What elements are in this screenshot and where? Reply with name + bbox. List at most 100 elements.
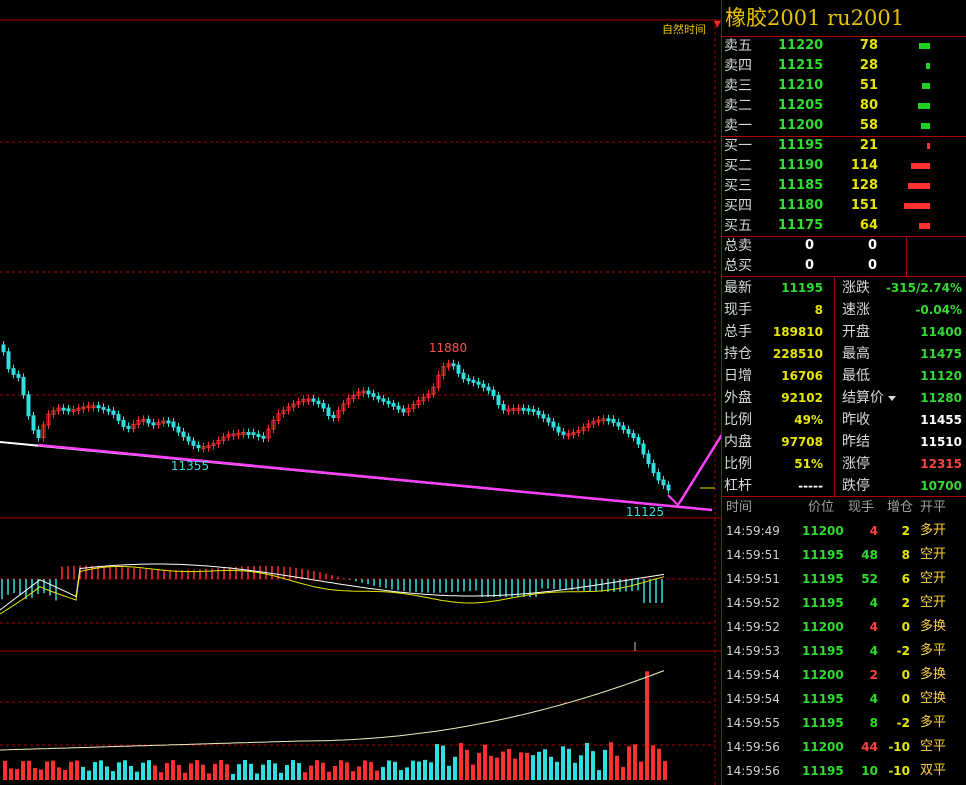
- bid-label: 买三: [724, 178, 752, 194]
- quote-value: 51%: [794, 457, 823, 471]
- volume-bar: [3, 761, 7, 780]
- volume-bar: [225, 764, 229, 780]
- bid-volume: 151: [850, 198, 878, 213]
- candle-body: [531, 409, 536, 413]
- volume-bar: [195, 760, 199, 780]
- chart-area[interactable]: 11880 11355 11125 自然时间: [0, 0, 721, 785]
- quote-value: 10700: [920, 479, 962, 493]
- candlestick-chart[interactable]: 11880 11355 11125: [0, 0, 721, 785]
- bid-volume-bar: [927, 143, 930, 149]
- trade-row[interactable]: 14:59:51 11195 52 6 空开: [722, 567, 966, 591]
- candle-body: [396, 405, 401, 410]
- candle-body: [611, 418, 616, 424]
- volume-bar: [483, 744, 487, 780]
- candle-body: [16, 373, 21, 378]
- candle-body: [651, 463, 656, 474]
- trade-volume: 10: [861, 764, 878, 778]
- ask-price: 11205: [778, 98, 824, 113]
- macd-dif-line: [0, 563, 665, 611]
- total-value: 0: [804, 238, 814, 253]
- volume-bar: [213, 763, 217, 780]
- trade-row[interactable]: 14:59:52 11195 4 2 空开: [722, 591, 966, 615]
- volume-bar: [51, 760, 55, 780]
- volume-bar: [471, 764, 475, 780]
- ask-row[interactable]: 卖三 11210 51: [722, 76, 966, 96]
- trade-type: 双平: [920, 763, 947, 778]
- candle-body: [391, 403, 396, 407]
- candle-body: [481, 383, 486, 388]
- trade-row[interactable]: 14:59:54 11200 2 0 多换: [722, 663, 966, 687]
- instrument-title: 橡胶2001 ru2001: [722, 0, 966, 37]
- ask-volume: 80: [859, 98, 878, 113]
- bid-row[interactable]: 买四 11180 151: [722, 196, 966, 216]
- candle-body: [491, 389, 496, 397]
- quote-label: 现手: [724, 302, 752, 318]
- volume-bar: [285, 765, 289, 780]
- bid-row[interactable]: 买一 11195 21: [722, 136, 966, 156]
- volume-bar: [57, 767, 61, 780]
- volume-bar: [33, 767, 37, 780]
- candle-body: [26, 394, 31, 417]
- volume-bar: [477, 752, 481, 780]
- trade-price: 11195: [802, 644, 844, 658]
- candle-body: [6, 351, 11, 370]
- ask-row[interactable]: 卖二 11205 80: [722, 96, 966, 116]
- volume-bar: [519, 752, 523, 780]
- trend-line: [37, 443, 713, 512]
- volume-bar: [201, 764, 205, 780]
- trade-row[interactable]: 14:59:49 11200 4 2 多开: [722, 519, 966, 543]
- volume-bar: [15, 768, 19, 780]
- trade-row[interactable]: 14:59:51 11195 48 8 空开: [722, 543, 966, 567]
- quote-label: 结算价: [842, 390, 884, 406]
- quote-value: 97708: [781, 435, 823, 449]
- quote-label: 比例: [724, 456, 752, 472]
- bid-price: 11180: [778, 198, 824, 213]
- bid-row[interactable]: 买五 11175 64: [722, 216, 966, 236]
- bid-row[interactable]: 买二 11190 114: [722, 156, 966, 176]
- total-sell-row: 总卖 0 0: [722, 236, 966, 256]
- volume-bar: [297, 763, 301, 780]
- candle-body: [151, 422, 156, 426]
- quote-label: 外盘: [724, 390, 752, 406]
- bid-price: 11185: [778, 178, 824, 193]
- volume-bar: [189, 763, 193, 780]
- ask-volume: 28: [859, 58, 878, 73]
- ask-row[interactable]: 卖四 11215 28: [722, 56, 966, 76]
- candle-body: [486, 386, 491, 391]
- volume-bar: [207, 773, 211, 780]
- ask-label: 卖五: [724, 38, 752, 54]
- trade-row[interactable]: 14:59:53 11195 4 -2 多平: [722, 639, 966, 663]
- trade-type: 空平: [920, 739, 947, 754]
- quote-label: 开盘: [842, 324, 870, 340]
- candle-body: [661, 479, 666, 486]
- candle-body: [376, 395, 381, 400]
- trade-row[interactable]: 14:59:56 11195 10 -10 双平: [722, 759, 966, 783]
- trade-volume: 4: [869, 644, 878, 658]
- volume-bar: [399, 770, 403, 780]
- natural-time-label[interactable]: 自然时间: [662, 21, 706, 37]
- volume-bar: [165, 763, 169, 780]
- candle-body: [126, 425, 131, 429]
- candle-body: [616, 422, 621, 427]
- ask-row[interactable]: 卖一 11200 58: [722, 116, 966, 136]
- volume-bar: [339, 760, 343, 780]
- settlement-dropdown-icon[interactable]: [888, 396, 896, 401]
- trade-row[interactable]: 14:59:55 11195 8 -2 多平: [722, 711, 966, 735]
- volume-bar: [531, 755, 535, 780]
- candle-body: [641, 443, 646, 455]
- candle-body: [256, 433, 261, 437]
- trade-row[interactable]: 14:59:52 11200 4 0 多换: [722, 615, 966, 639]
- trade-header: 时间 价位 现手 增仓 开平: [722, 497, 966, 519]
- bid-row[interactable]: 买三 11185 128: [722, 176, 966, 196]
- candle-body: [551, 421, 556, 428]
- trade-row[interactable]: 14:59:56 11200 44 -10 空平: [722, 735, 966, 759]
- volume-bar: [423, 759, 427, 780]
- volume-bar: [105, 766, 109, 780]
- trade-price: 11200: [802, 740, 844, 754]
- ask-row[interactable]: 卖五 11220 78: [722, 36, 966, 56]
- quote-label: 速涨: [842, 302, 870, 318]
- ask-label: 卖三: [724, 78, 752, 94]
- trade-row[interactable]: 14:59:54 11195 4 0 空换: [722, 687, 966, 711]
- quote-value: 8: [814, 303, 823, 317]
- trade-price: 11200: [802, 524, 844, 538]
